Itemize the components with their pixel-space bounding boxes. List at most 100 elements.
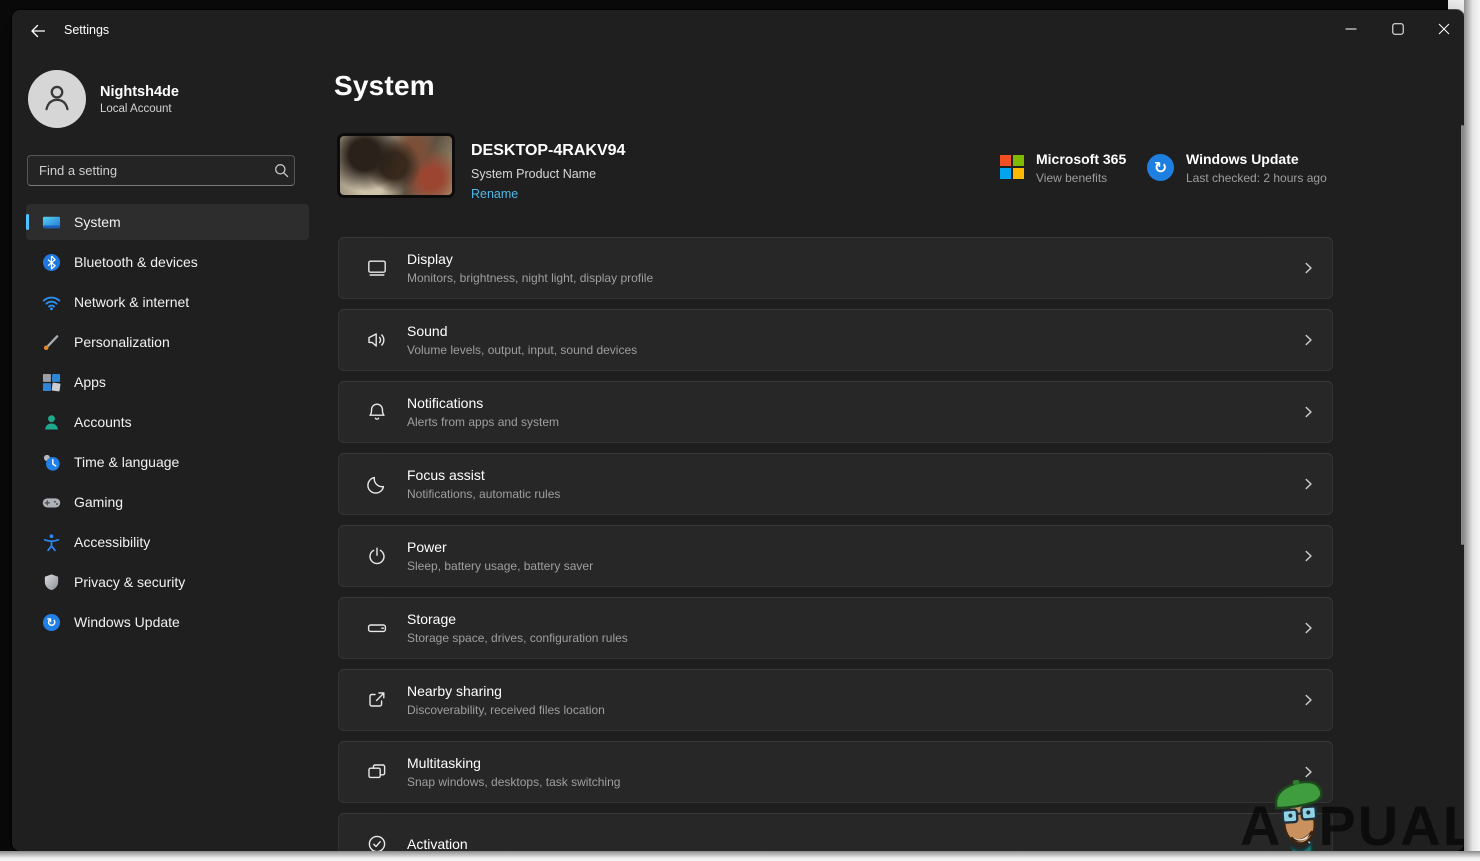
card-title: Storage [407,611,628,627]
card-title: Focus assist [407,467,560,483]
search-icon[interactable] [268,163,294,178]
device-product-name: System Product Name [471,167,596,181]
sidebar-item-label: System [74,214,121,230]
accounts-icon [42,413,61,432]
windows-update-icon: ↻ [1147,154,1174,181]
sidebar-item-bluetooth-devices[interactable]: Bluetooth & devices [26,244,309,280]
nearby-sharing-icon [364,687,390,713]
card-focus-assist[interactable]: Focus assist Notifications, automatic rul… [338,453,1333,515]
bluetooth-icon [42,253,61,272]
privacy-security-icon [42,573,61,592]
windows-update-subtitle: Last checked: 2 hours ago [1186,171,1327,185]
sidebar-item-time-language[interactable]: Time & language [26,444,309,480]
sidebar-item-network-internet[interactable]: Network & internet [26,284,309,320]
card-title: Multitasking [407,755,620,771]
close-icon [1438,23,1450,38]
power-icon [364,543,390,569]
sidebar-item-label: Network & internet [74,294,189,310]
minimize-button[interactable] [1328,10,1374,50]
microsoft-logo-icon [1000,155,1024,179]
titlebar: Settings [12,10,1464,52]
sidebar-item-privacy-security[interactable]: Privacy & security [26,564,309,600]
window-title: Settings [64,23,109,37]
sidebar-item-accounts[interactable]: Accounts [26,404,309,440]
sidebar-item-label: Personalization [74,334,170,350]
search-input[interactable] [28,163,268,178]
maximize-icon [1392,23,1404,38]
time-language-icon [42,453,61,472]
apps-icon [42,373,61,392]
sidebar-nav: System Bluetooth & devices Network & inter… [26,204,309,644]
card-subtitle: Monitors, brightness, night light, displ… [407,271,653,285]
system-icon [42,213,61,232]
sidebar-item-gaming[interactable]: Gaming [26,484,309,520]
card-subtitle: Discoverability, received files location [407,703,605,717]
sidebar-item-windows-update[interactable]: ↻ Windows Update [26,604,309,640]
card-activation[interactable]: Activation [338,813,1333,851]
rename-link[interactable]: Rename [471,187,518,201]
card-subtitle: Notifications, automatic rules [407,487,560,501]
sidebar-item-label: Apps [74,374,106,390]
svg-text:↻: ↻ [47,615,57,629]
card-title: Display [407,251,653,267]
card-display[interactable]: Display Monitors, brightness, night light… [338,237,1333,299]
chevron-right-icon [1302,550,1315,563]
chevron-right-icon [1302,766,1315,779]
user-profile[interactable]: Nightsh4de Local Account [28,68,298,130]
chevron-right-icon [1302,406,1315,419]
accessibility-icon [42,533,61,552]
chevron-right-icon [1302,478,1315,491]
card-subtitle: Alerts from apps and system [407,415,559,429]
sidebar-item-label: Gaming [74,494,123,510]
back-arrow-icon [30,24,45,41]
personalization-icon [42,333,61,352]
windows-update-title: Windows Update [1186,151,1327,167]
page-title: System [334,70,435,102]
chevron-right-icon [1302,262,1315,275]
card-storage[interactable]: Storage Storage space, drives, configurat… [338,597,1333,659]
card-nearby-sharing[interactable]: Nearby sharingDiscoverability, received … [338,669,1333,731]
focus-assist-icon [364,471,390,497]
card-subtitle: Volume levels, output, input, sound devi… [407,343,637,357]
card-subtitle: Storage space, drives, configuration rul… [407,631,628,645]
settings-window: Settings Nightsh4de Local Account System… [12,10,1464,851]
search-box [27,155,295,186]
display-icon [364,255,390,281]
user-account-type: Local Account [100,103,179,115]
card-power[interactable]: PowerSleep, battery usage, battery saver [338,525,1333,587]
card-title: Activation [407,836,468,851]
card-title: Sound [407,323,637,339]
selected-indicator [26,214,29,230]
windows-update-promo[interactable]: ↻ Windows Update Last checked: 2 hours a… [1147,151,1327,185]
sidebar-item-system[interactable]: System [26,204,309,240]
user-name: Nightsh4de [100,84,179,100]
microsoft-365-promo[interactable]: Microsoft 365 View benefits [1000,151,1126,185]
sidebar-item-label: Time & language [74,454,179,470]
windows-update-icon: ↻ [42,613,61,632]
multitasking-icon [364,759,390,785]
sidebar-item-apps[interactable]: Apps [26,364,309,400]
sidebar-item-label: Bluetooth & devices [74,254,198,270]
storage-icon [364,615,390,641]
chevron-right-icon [1302,334,1315,347]
minimize-icon [1345,23,1357,38]
maximize-button[interactable] [1375,10,1421,50]
microsoft-365-subtitle[interactable]: View benefits [1036,171,1126,185]
screenshot-edge-right [1464,0,1480,861]
network-icon [42,293,61,312]
card-title: Notifications [407,395,559,411]
avatar [28,70,86,128]
sidebar-item-accessibility[interactable]: Accessibility [26,524,309,560]
device-wallpaper-thumbnail [337,133,455,198]
screenshot-edge-bottom [0,851,1480,861]
card-multitasking[interactable]: MultitaskingSnap windows, desktops, task… [338,741,1333,803]
back-button[interactable] [20,16,54,48]
gaming-icon [42,493,61,512]
card-notifications[interactable]: Notifications Alerts from apps and system [338,381,1333,443]
close-button[interactable] [1421,10,1464,50]
sidebar-item-personalization[interactable]: Personalization [26,324,309,360]
notifications-icon [364,399,390,425]
card-sound[interactable]: Sound Volume levels, output, input, sound… [338,309,1333,371]
sidebar-item-label: Windows Update [74,614,180,630]
settings-card-list: Display Monitors, brightness, night light… [338,237,1333,851]
